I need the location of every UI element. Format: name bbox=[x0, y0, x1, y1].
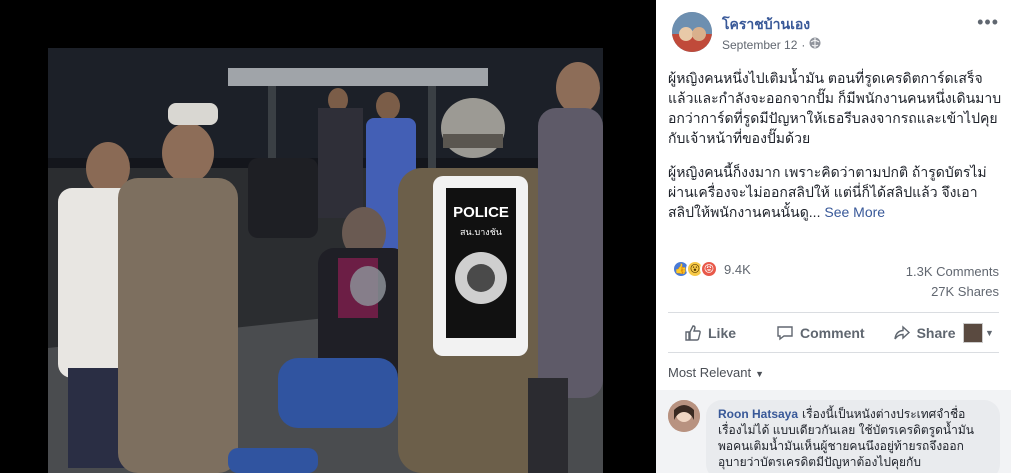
post-body: ผู้หญิงคนหนึ่งไปเติมน้ำมัน ตอนที่รูดเครด… bbox=[668, 68, 1003, 236]
page-avatar[interactable] bbox=[672, 12, 712, 52]
meta-separator: · bbox=[801, 37, 806, 52]
comments-count-link[interactable]: 1.3K Comments bbox=[906, 262, 999, 282]
reaction-summary[interactable]: 👍 😮 😡 9.4K bbox=[672, 260, 751, 278]
comment-label: Comment bbox=[800, 325, 865, 341]
post-sidebar: โคราชบ้านเอง September 12 · ••• ผู้หญิงค… bbox=[656, 0, 1011, 473]
engagement-counts: 1.3K Comments 27K Shares bbox=[906, 262, 999, 302]
acting-profile-thumbnail bbox=[963, 323, 983, 343]
angry-reaction-icon: 😡 bbox=[700, 260, 718, 278]
post-meta: September 12 · bbox=[722, 37, 821, 52]
post-actions-bar: Like Comment Share bbox=[668, 318, 999, 348]
post-header: โคราชบ้านเอง September 12 · ••• bbox=[656, 0, 1011, 60]
page-name-link[interactable]: โคราชบ้านเอง bbox=[722, 14, 810, 36]
comment-author-link[interactable]: Roon Hatsaya bbox=[718, 407, 798, 421]
share-label: Share bbox=[916, 325, 956, 341]
divider bbox=[668, 352, 999, 353]
caret-down-icon: ▼ bbox=[755, 369, 765, 379]
divider bbox=[668, 312, 999, 313]
comment-sort-label: Most Relevant bbox=[668, 365, 752, 380]
share-icon bbox=[893, 324, 911, 342]
commenter-avatar[interactable] bbox=[668, 400, 700, 432]
post-date[interactable]: September 12 bbox=[722, 38, 797, 52]
see-more-link[interactable]: See More bbox=[824, 204, 885, 220]
post-paragraph-2: ผู้หญิงคนนี้ก็งงมาก เพราะคิดว่าตามปกติ ถ… bbox=[668, 162, 1003, 222]
caret-down-icon: ▼ bbox=[985, 328, 994, 338]
share-button[interactable]: Share bbox=[893, 324, 956, 342]
post-paragraph-1: ผู้หญิงคนหนึ่งไปเติมน้ำมัน ตอนที่รูดเครด… bbox=[668, 70, 1002, 146]
comment-icon bbox=[776, 324, 794, 342]
thumbs-up-icon bbox=[684, 324, 702, 342]
more-icon[interactable]: ••• bbox=[977, 12, 999, 33]
comment-sort-dropdown[interactable]: Most Relevant ▼ bbox=[668, 365, 764, 380]
comment-bubble: Roon Hatsaya เรื่องนี้เป็นหนังต่างประเทศจ… bbox=[706, 400, 1000, 473]
blurred-face bbox=[350, 266, 386, 306]
photo-viewer-stage: POLICE สน.บางชัน bbox=[0, 0, 656, 473]
photo-scene: POLICE สน.บางชัน bbox=[48, 48, 603, 473]
globe-icon[interactable] bbox=[809, 37, 821, 52]
vest-label: POLICE bbox=[453, 204, 509, 221]
like-button[interactable]: Like bbox=[684, 324, 736, 342]
post-as-switcher[interactable]: ▼ bbox=[963, 322, 999, 344]
post-photo[interactable]: POLICE สน.บางชัน bbox=[48, 48, 603, 473]
like-label: Like bbox=[708, 325, 737, 341]
shares-count-link[interactable]: 27K Shares bbox=[906, 282, 999, 302]
vest-sublabel: สน.บางชัน bbox=[460, 228, 502, 238]
comment-button[interactable]: Comment bbox=[776, 324, 865, 342]
reaction-count: 9.4K bbox=[724, 261, 751, 277]
